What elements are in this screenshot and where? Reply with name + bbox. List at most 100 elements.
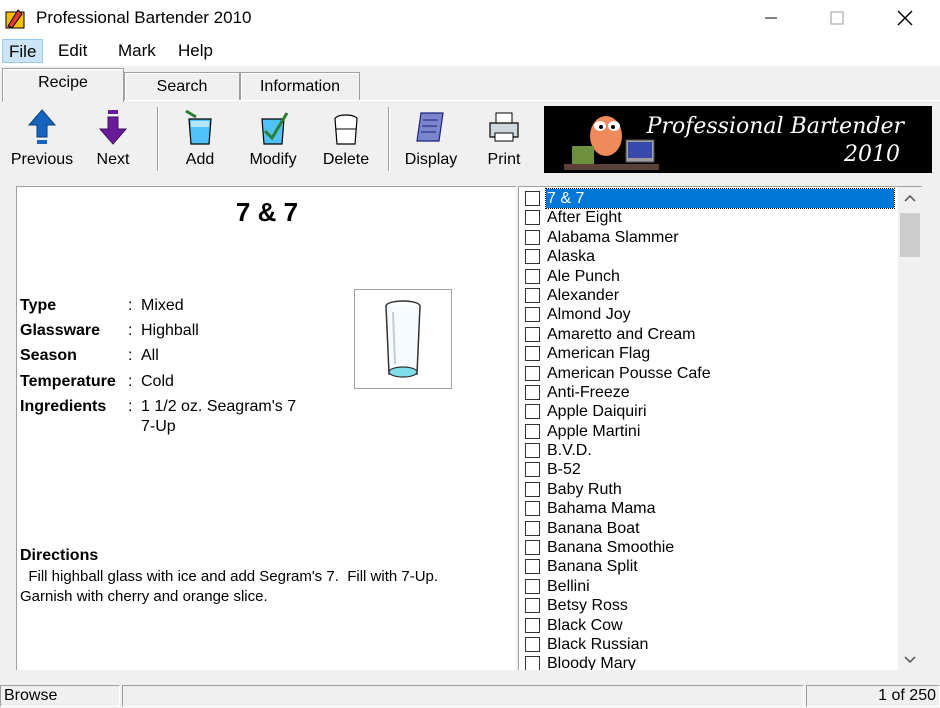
list-item[interactable]: Bahama Mama: [523, 499, 897, 518]
menu-edit[interactable]: Edit: [52, 39, 93, 63]
list-item[interactable]: Black Cow: [523, 616, 897, 635]
scroll-thumb[interactable]: [900, 213, 920, 257]
list-item[interactable]: B-52: [523, 460, 897, 479]
directions-line-1: Fill highball glass with ice and add Seg…: [20, 568, 439, 585]
temperature-colon: :: [128, 373, 133, 390]
mark-checkbox[interactable]: [525, 249, 540, 265]
list-item-label: Banana Split: [547, 558, 638, 576]
highball-glass-icon: [385, 300, 421, 378]
mark-checkbox[interactable]: [525, 287, 540, 303]
list-item[interactable]: Banana Split: [523, 557, 897, 576]
list-item[interactable]: B.V.D.: [523, 441, 897, 460]
list-item[interactable]: Bellini: [523, 577, 897, 596]
menu-help[interactable]: Help: [172, 39, 219, 63]
mark-checkbox[interactable]: [525, 520, 540, 536]
previous-button[interactable]: Previous: [8, 107, 76, 173]
list-item[interactable]: Almond Joy: [523, 305, 897, 324]
arrow-up-icon: [27, 109, 57, 144]
tab-recipe[interactable]: Recipe: [2, 68, 124, 102]
menu-mark[interactable]: Mark: [112, 39, 162, 63]
modify-button[interactable]: Modify: [244, 107, 302, 173]
mark-checkbox[interactable]: [525, 559, 540, 575]
modify-glass-icon: [261, 112, 289, 145]
list-item-label: Alabama Slammer: [547, 228, 679, 246]
window-title: Professional Bartender 2010: [36, 8, 252, 27]
mark-checkbox[interactable]: [525, 617, 540, 633]
list-item[interactable]: American Flag: [523, 344, 897, 363]
close-button[interactable]: [882, 0, 928, 36]
list-item[interactable]: Apple Martini: [523, 422, 897, 441]
mark-checkbox[interactable]: [525, 598, 540, 614]
mark-checkbox[interactable]: [525, 365, 540, 381]
modify-label: Modify: [249, 151, 297, 168]
list-item[interactable]: Baby Ruth: [523, 480, 897, 499]
recipe-list-panel: 7 & 7 After Eight Alabama Slammer Alaska Ale…: [518, 186, 922, 670]
tab-information[interactable]: Information: [240, 72, 360, 102]
mark-checkbox[interactable]: [525, 268, 540, 284]
mark-checkbox[interactable]: [525, 210, 540, 226]
print-label: Print: [487, 151, 521, 168]
list-item[interactable]: Betsy Ross: [523, 596, 897, 615]
scroll-up-button[interactable]: [898, 187, 922, 209]
ingredients-colon: :: [128, 398, 133, 415]
list-item-label: Betsy Ross: [547, 597, 628, 615]
temperature-label: Temperature: [20, 373, 116, 390]
add-button[interactable]: Add: [172, 107, 228, 173]
maximize-button[interactable]: [814, 0, 860, 36]
list-item-label: Bahama Mama: [547, 500, 656, 518]
list-scrollbar[interactable]: [898, 187, 922, 670]
menu-file[interactable]: File: [2, 39, 44, 63]
list-item[interactable]: Banana Smoothie: [523, 538, 897, 557]
mark-checkbox[interactable]: [525, 501, 540, 517]
mark-checkbox[interactable]: [525, 423, 540, 439]
mark-checkbox[interactable]: [525, 462, 540, 478]
minimize-button[interactable]: [748, 0, 794, 36]
mark-checkbox[interactable]: [525, 191, 540, 206]
main-area: 7 & 7 Type : Mixed Glassware : Highball …: [0, 178, 940, 684]
display-button[interactable]: Display: [402, 107, 460, 173]
list-item-label: B-52: [547, 461, 581, 479]
glassware-label: Glassware: [20, 322, 101, 339]
mark-checkbox[interactable]: [525, 481, 540, 497]
list-item-label: Banana Smoothie: [547, 539, 675, 557]
list-item[interactable]: 7 & 7: [523, 188, 897, 209]
list-item[interactable]: Amaretto and Cream: [523, 325, 897, 344]
list-item[interactable]: Ale Punch: [523, 267, 897, 286]
glassware-colon: :: [128, 322, 133, 339]
delete-button[interactable]: Delete: [318, 107, 374, 173]
display-scroll-icon: [416, 112, 444, 142]
list-item[interactable]: Banana Boat: [523, 519, 897, 538]
list-item-label: 7 & 7: [545, 188, 895, 209]
next-button[interactable]: Next: [86, 107, 140, 173]
mark-checkbox[interactable]: [525, 578, 540, 594]
list-item[interactable]: Alabama Slammer: [523, 228, 897, 247]
mark-checkbox[interactable]: [525, 307, 540, 323]
list-item[interactable]: Anti-Freeze: [523, 383, 897, 402]
list-item[interactable]: Bloody Mary: [523, 654, 897, 670]
list-item[interactable]: American Pousse Cafe: [523, 364, 897, 383]
mark-checkbox[interactable]: [525, 656, 540, 670]
list-item-label: American Pousse Cafe: [547, 364, 711, 382]
mark-checkbox[interactable]: [525, 326, 540, 342]
mark-checkbox[interactable]: [525, 636, 540, 652]
logo-year: 2010: [844, 142, 900, 167]
close-icon: [897, 10, 913, 26]
toolbar-separator: [388, 107, 390, 171]
tab-search[interactable]: Search: [124, 72, 240, 102]
list-item[interactable]: Apple Daiquiri: [523, 402, 897, 421]
type-label: Type: [20, 297, 57, 314]
mark-checkbox[interactable]: [525, 540, 540, 556]
mark-checkbox[interactable]: [525, 384, 540, 400]
list-item[interactable]: Alaska: [523, 247, 897, 266]
scroll-down-button[interactable]: [898, 649, 922, 670]
mark-checkbox[interactable]: [525, 404, 540, 420]
list-item[interactable]: Black Russian: [523, 635, 897, 654]
mark-checkbox[interactable]: [525, 229, 540, 245]
mark-checkbox[interactable]: [525, 443, 540, 459]
mark-checkbox[interactable]: [525, 346, 540, 362]
list-item[interactable]: After Eight: [523, 208, 897, 227]
glassware-value: Highball: [141, 322, 199, 339]
print-button[interactable]: Print: [478, 107, 530, 173]
list-item[interactable]: Alexander: [523, 286, 897, 305]
ingredients-label: Ingredients: [20, 398, 107, 415]
